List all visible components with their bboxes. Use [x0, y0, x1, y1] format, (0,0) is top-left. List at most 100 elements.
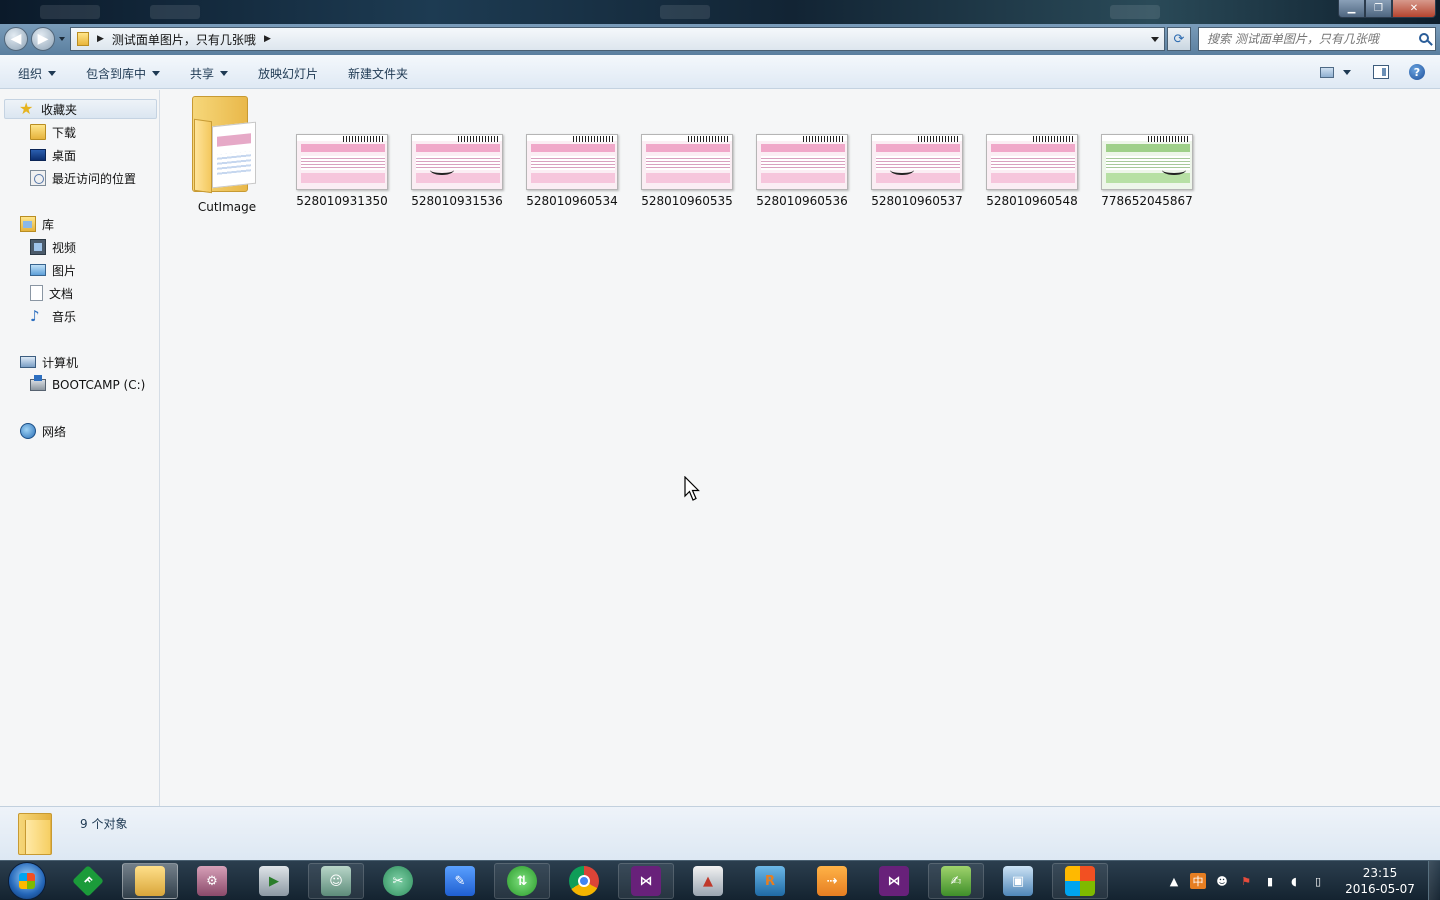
- start-button[interactable]: [8, 862, 46, 900]
- share-button[interactable]: 共享: [190, 65, 229, 82]
- visual-studio-icon: ⋈: [631, 866, 661, 896]
- file-name: 778652045867: [1101, 194, 1193, 208]
- image-file-item[interactable]: 528010960548: [978, 96, 1086, 208]
- taskbar-remote-app[interactable]: R: [742, 863, 798, 899]
- close-button[interactable]: ✕: [1392, 0, 1436, 18]
- taskbar-explorer[interactable]: [122, 863, 178, 899]
- slideshow-button[interactable]: 放映幻灯片: [258, 65, 318, 82]
- taskbar-tools-app[interactable]: ✂: [370, 863, 426, 899]
- breadcrumb-arrow-icon[interactable]: ▶: [264, 34, 271, 44]
- show-hidden-icons-icon[interactable]: ▲: [1166, 873, 1182, 889]
- search-input[interactable]: [1207, 32, 1407, 46]
- taskbar-database-tool[interactable]: ⚙: [184, 863, 240, 899]
- window-controls: ▁ ❐ ✕: [1338, 0, 1436, 18]
- taskbar-sql-tool[interactable]: ▶: [246, 863, 302, 899]
- nav-label: 文档: [49, 286, 74, 301]
- background-window-ghost: [1110, 5, 1160, 19]
- search-icon[interactable]: [1419, 33, 1429, 43]
- organize-button[interactable]: 组织: [18, 65, 57, 82]
- taskbar-chrome[interactable]: [556, 863, 612, 899]
- image-file-item[interactable]: 528010960536: [748, 96, 856, 208]
- nav-downloads[interactable]: 下载: [30, 122, 76, 142]
- forward-button[interactable]: ▶: [31, 27, 55, 51]
- nav-music[interactable]: ♪ 音乐: [30, 306, 76, 326]
- visual-studio-icon: ⋈: [879, 866, 909, 896]
- system-clock[interactable]: 23:15 2016-05-07: [1340, 865, 1420, 897]
- folder-item[interactable]: CutImage: [173, 96, 281, 214]
- tray-app-icon[interactable]: ☻: [1214, 873, 1230, 889]
- back-button[interactable]: ◀: [4, 27, 28, 51]
- recent-pages-dropdown[interactable]: [59, 37, 65, 41]
- folder-icon: [18, 813, 52, 855]
- view-options-dropdown-icon[interactable]: [1343, 70, 1351, 75]
- nav-label: 下载: [52, 125, 77, 140]
- address-bar[interactable]: ▶ 测试面单图片，只有几张哦 ▶: [70, 27, 1165, 51]
- background-window-ghost: [40, 5, 100, 19]
- nav-favorites[interactable]: ★ 收藏夹: [4, 99, 157, 119]
- show-desktop-button[interactable]: [1428, 861, 1440, 900]
- minimize-button[interactable]: ▁: [1338, 0, 1365, 18]
- taskbar-visual-studio-2[interactable]: ⋈: [866, 863, 922, 899]
- desktop-icon: [30, 149, 46, 161]
- taskbar-app-green-diamond[interactable]: F: [60, 863, 116, 899]
- item-count: 9 个对象: [80, 817, 128, 831]
- image-thumbnail: [1101, 134, 1193, 190]
- background-window-ghost: [660, 5, 710, 19]
- search-box[interactable]: [1198, 27, 1436, 51]
- refresh-circle-icon: ⇅: [507, 866, 537, 896]
- image-file-item[interactable]: 528010960534: [518, 96, 626, 208]
- transfer-arrow-icon: ⇢: [817, 866, 847, 896]
- file-list-area[interactable]: CutImage 528010931350 528010931536 52801…: [161, 90, 1440, 806]
- new-folder-button[interactable]: 新建文件夹: [348, 65, 408, 82]
- change-view-icon[interactable]: [1320, 67, 1334, 78]
- taskbar-update-app[interactable]: ⇅: [494, 863, 550, 899]
- nav-desktop[interactable]: 桌面: [30, 145, 76, 165]
- notepad-icon: ✍: [941, 866, 971, 896]
- address-dropdown-icon[interactable]: [1151, 37, 1159, 42]
- breadcrumb-segment[interactable]: 测试面单图片，只有几张哦: [112, 31, 256, 48]
- input-method-icon[interactable]: 中: [1190, 873, 1206, 889]
- nav-recent-places[interactable]: 最近访问的位置: [30, 168, 136, 188]
- refresh-button[interactable]: ⟳: [1167, 27, 1191, 51]
- include-in-library-button[interactable]: 包含到库中: [86, 65, 161, 82]
- nav-label: 库: [42, 217, 55, 232]
- nav-network[interactable]: 网络: [20, 421, 66, 441]
- image-file-item[interactable]: 528010960535: [633, 96, 741, 208]
- nav-pictures[interactable]: 图片: [30, 260, 76, 280]
- nav-computer[interactable]: 计算机: [20, 352, 78, 372]
- volume-icon[interactable]: ◖: [1286, 873, 1302, 889]
- taskbar-ftp-app[interactable]: ⇢: [804, 863, 860, 899]
- star-icon: ★: [19, 99, 34, 118]
- computer-icon: [20, 356, 36, 368]
- nav-drive-c[interactable]: BOOTCAMP (C:): [30, 375, 145, 395]
- clock-time: 23:15: [1362, 866, 1398, 880]
- breadcrumb-arrow-icon[interactable]: ▶: [97, 34, 104, 44]
- taskbar-robot-app[interactable]: ☺: [308, 863, 364, 899]
- image-file-item[interactable]: 528010960537: [863, 96, 971, 208]
- share-label: 共享: [190, 67, 215, 81]
- include-in-library-label: 包含到库中: [86, 67, 147, 81]
- taskbar-chart-app[interactable]: ▲: [680, 863, 736, 899]
- recent-places-icon: [30, 170, 46, 186]
- help-icon[interactable]: ?: [1409, 64, 1425, 80]
- taskbar-editor-app[interactable]: ✍: [928, 863, 984, 899]
- battery-icon[interactable]: ▯: [1310, 873, 1326, 889]
- preview-pane-icon[interactable]: [1373, 65, 1389, 79]
- maximize-button[interactable]: ❐: [1365, 0, 1392, 18]
- image-file-item[interactable]: 528010931350: [288, 96, 396, 208]
- taskbar-notes-app[interactable]: ✎: [432, 863, 488, 899]
- signal-bars-icon[interactable]: ▮: [1262, 873, 1278, 889]
- windows-tiles-icon: [1065, 866, 1095, 896]
- action-center-flag-icon[interactable]: ⚑: [1238, 873, 1254, 889]
- taskbar-remote-desktop[interactable]: ▣: [990, 863, 1046, 899]
- taskbar-visual-studio[interactable]: ⋈: [618, 863, 674, 899]
- nav-videos[interactable]: 视频: [30, 237, 76, 257]
- nav-documents[interactable]: 文档: [30, 283, 73, 303]
- nav-label: 计算机: [42, 355, 79, 370]
- file-name: 528010931536: [411, 194, 503, 208]
- libraries-icon: [20, 216, 36, 232]
- image-file-item[interactable]: 778652045867: [1093, 96, 1201, 208]
- image-file-item[interactable]: 528010931536: [403, 96, 511, 208]
- taskbar-windows-app[interactable]: [1052, 863, 1108, 899]
- nav-libraries[interactable]: 库: [20, 214, 54, 234]
